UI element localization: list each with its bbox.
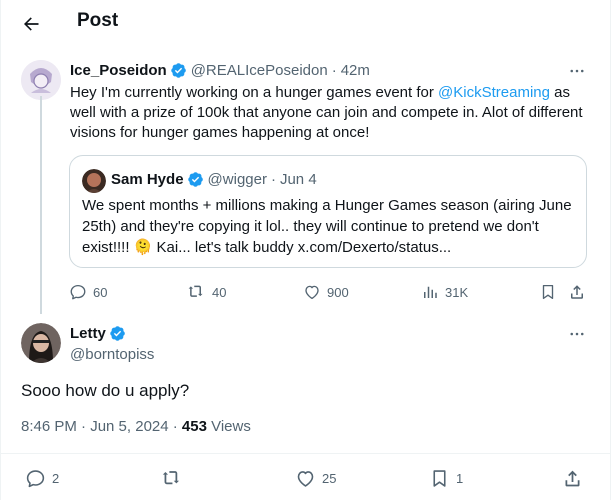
reply-icon	[26, 470, 45, 488]
like-count: 25	[322, 471, 337, 486]
bookmark-icon	[542, 284, 554, 300]
more-dots-icon	[570, 69, 584, 73]
views-count: 31K	[445, 284, 469, 300]
more-options-button[interactable]	[565, 324, 589, 344]
post-time[interactable]: 42m	[341, 62, 370, 79]
share-button[interactable]	[568, 283, 586, 301]
thread-connector-line	[40, 96, 42, 314]
avatar-sam-hyde	[82, 169, 106, 193]
quoted-post-time: Jun 4	[279, 171, 317, 188]
quote-text-part: Kai... let's talk buddy x.com/Dexerto/st…	[152, 239, 452, 256]
repost-button[interactable]	[161, 468, 183, 489]
share-button[interactable]	[562, 468, 583, 489]
avatar-letty[interactable]	[21, 323, 61, 363]
like-count: 900	[327, 284, 349, 300]
divider	[1, 453, 610, 454]
quoted-author-handle: @wigger	[207, 171, 267, 188]
more-dots-icon	[570, 332, 584, 336]
back-button[interactable]	[15, 8, 47, 40]
main-post-text: Sooo how do u apply?	[21, 381, 190, 400]
reply-icon	[70, 284, 86, 300]
back-arrow-icon	[24, 17, 39, 31]
page-header: Post	[1, 0, 610, 46]
melting-face-emoji: 🫠	[133, 239, 153, 256]
views-label: Views	[206, 418, 251, 435]
bookmark-count: 1	[456, 471, 464, 486]
like-button[interactable]: 25	[295, 468, 336, 489]
more-options-button[interactable]	[565, 61, 589, 81]
parent-post-author-row: Ice_Poseidon @REALIcePoseidon · 42m	[70, 62, 370, 79]
repost-icon	[162, 471, 179, 485]
share-icon	[571, 285, 583, 299]
reply-count: 60	[93, 284, 108, 300]
reply-count: 2	[52, 471, 60, 486]
reply-button[interactable]: 2	[25, 468, 59, 489]
quoted-author-name: Sam Hyde	[111, 171, 184, 188]
main-post-author-row: Letty	[70, 325, 130, 342]
author-handle[interactable]: @REALIcePoseidon	[191, 62, 328, 79]
avatar-ice-poseidon[interactable]	[21, 60, 61, 100]
post-page: Post Ice_Poseidon @REALIcePoseidon · 42m…	[0, 0, 611, 500]
author-handle[interactable]: @borntopiss	[70, 346, 154, 363]
reply-button[interactable]: 60	[69, 283, 107, 301]
page-title: Post	[77, 10, 119, 31]
verified-badge-icon	[170, 62, 187, 79]
repost-icon	[188, 285, 203, 297]
views-number: 453	[181, 418, 207, 435]
repost-button[interactable]: 40	[187, 283, 226, 301]
post-text-part: Hey I'm currently working on a hunger ga…	[70, 84, 439, 101]
bookmark-icon	[433, 470, 446, 487]
quoted-post-text: We spent months + millions making a Hung…	[82, 195, 572, 258]
repost-count: 40	[212, 284, 227, 300]
analytics-bars-icon	[424, 286, 437, 298]
parent-post-text: Hey I'm currently working on a hunger ga…	[70, 83, 588, 143]
verified-badge-icon	[109, 325, 126, 342]
post-timestamp[interactable]: 8:46 PM · Jun 5, 2024 ·	[21, 418, 182, 435]
quoted-author-row: Sam Hyde @wigger · Jun 4	[111, 171, 317, 188]
verified-badge-icon	[187, 171, 204, 188]
quoted-post-card[interactable]: Sam Hyde @wigger · Jun 4 We spent months…	[69, 155, 587, 268]
share-icon	[565, 470, 580, 487]
views-button[interactable]: 31K	[421, 283, 468, 301]
heart-icon	[305, 285, 319, 300]
bookmark-button[interactable]	[539, 283, 557, 301]
author-name[interactable]: Letty	[70, 325, 106, 342]
bookmark-button[interactable]: 1	[429, 468, 463, 489]
dot-separator: ·	[270, 171, 276, 188]
mention-link[interactable]: @KickStreaming	[438, 84, 550, 101]
like-button[interactable]: 900	[303, 283, 349, 301]
dot-separator: ·	[331, 62, 337, 79]
heart-icon	[297, 471, 314, 487]
post-metadata: 8:46 PM · Jun 5, 2024 · 453 Views	[21, 418, 251, 435]
author-name[interactable]: Ice_Poseidon	[70, 62, 167, 79]
